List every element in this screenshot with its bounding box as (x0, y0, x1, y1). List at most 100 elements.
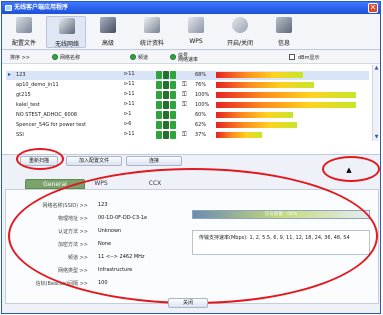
signal-percent: 60% (195, 112, 207, 118)
profile-icon (16, 17, 32, 33)
mode-badges (156, 111, 178, 119)
toolbar-wps-label: WPS (189, 38, 203, 45)
signal-dot-icon (170, 54, 176, 60)
signal-quality-bar: 信号质量 : 68% (192, 210, 370, 219)
toolbar-wps-button[interactable]: WPS (176, 16, 216, 48)
network-row[interactable]: ap10_demo_in11 ⊳11 ⚿ 76% (6, 81, 369, 90)
window-title: 无线客户端应用程序 (14, 4, 69, 11)
radio-onoff-icon (232, 17, 248, 33)
detail-value: 00-1D-0F-DD-C3-1e (98, 215, 148, 221)
mode-badges (156, 71, 178, 79)
toolbar-advanced-button[interactable]: 高级 (88, 16, 128, 48)
signal-percent: 100% (195, 92, 210, 98)
network-row[interactable]: SSI ⊳11 ⚿ 37% (6, 131, 369, 140)
scroll-up-icon[interactable]: ▲ (373, 65, 380, 72)
list-header: 排序 >> 网络名称 频道 信号 网络速率 dBm显示 (2, 51, 380, 64)
list-scrollbar[interactable]: ▲ ▼ (372, 65, 379, 141)
toolbar-radio-label: 开启/关闭 (226, 40, 254, 47)
toolbar-advanced-label: 高级 (101, 40, 114, 47)
network-row[interactable]: ▸ 123 ⊳11 68% (6, 71, 369, 80)
channel-value: 11 (128, 71, 135, 77)
signal-bar (216, 72, 303, 78)
column-channel[interactable]: 频道 (138, 54, 148, 61)
toolbar-network-button[interactable]: 无线网络 (46, 16, 86, 48)
signal-bar (216, 102, 356, 108)
signal-percent: 68% (195, 72, 207, 78)
network-channel: ⊳1 (124, 111, 132, 117)
detail-beacon: 信标(Beacon)间隔 >> 100 (6, 280, 186, 289)
dbm-checkbox[interactable] (289, 54, 295, 60)
detail-key: 频道 >> (68, 255, 88, 261)
mode-badges (156, 131, 178, 139)
lock-icon: ⚿ (182, 131, 187, 138)
network-ssid: SSI (16, 132, 24, 138)
rescan-button[interactable]: 重新扫描 (20, 156, 58, 166)
column-network-name[interactable]: 网络名称 (60, 54, 80, 61)
dbm-label: dBm显示 (298, 55, 320, 61)
toolbar-network-label: 无线网络 (54, 41, 79, 48)
signal-bar (216, 112, 293, 118)
close-icon[interactable]: ✕ (368, 3, 378, 13)
tab-wps[interactable]: WPS (71, 179, 131, 189)
network-ssid: gt215 (16, 92, 31, 98)
signal-bar (216, 132, 262, 138)
network-channel: ⊳11 (124, 101, 135, 107)
toolbar: 配置文件 无线网络 高级 统计资料 WPS 开启/关闭 信息 (2, 14, 380, 50)
network-row[interactable]: kalel_test ⊳11 ⚿ 100% (6, 101, 369, 110)
close-button[interactable]: 关闭 (168, 298, 208, 308)
add-profile-button[interactable]: 加入配置文件 (66, 156, 122, 166)
statistics-icon (144, 17, 160, 33)
toolbar-about-button[interactable]: 信息 (264, 16, 304, 48)
network-channel: ⊳11 (124, 91, 135, 97)
toolbar-statistics-label: 统计资料 (139, 40, 164, 47)
detail-key: 物理地址 >> (58, 216, 88, 222)
app-window: 无线客户端应用程序 ✕ 配置文件 无线网络 高级 统计资料 WPS 开启/关闭 (1, 1, 381, 314)
detail-ssid: 网络名称(SSID) >> 123 (6, 202, 186, 211)
toolbar-statistics-button[interactable]: 统计资料 (132, 16, 172, 48)
network-name-dot-icon (52, 54, 58, 60)
toolbar-profile-button[interactable]: 配置文件 (4, 16, 44, 48)
network-row[interactable]: gt215 ⊳11 ⚿ 100% (6, 91, 369, 100)
detail-key: 认证方法 >> (58, 229, 88, 235)
about-icon (276, 17, 292, 33)
detail-key: 信标(Beacon)间隔 >> (35, 281, 88, 287)
detail-key: 加密方法 >> (58, 242, 88, 248)
toolbar-radio-button[interactable]: 开启/关闭 (220, 16, 260, 48)
expand-details-button[interactable]: ▲ (344, 166, 354, 174)
network-ssid: kalel_test (16, 102, 40, 108)
mode-badges (156, 121, 178, 129)
supported-rates-box: 传输支持速率(Mbps): 1, 2, 5.5, 6, 9, 11, 12, 1… (192, 230, 370, 255)
lock-icon: ⚿ (182, 91, 187, 98)
detail-value: 100 (98, 280, 108, 286)
detail-auth: 认证方法 >> Unknown (6, 228, 186, 237)
network-row[interactable]: Spencer_54G for power test ⊳6 62% (6, 121, 369, 130)
advanced-icon (100, 17, 116, 33)
channel-value: 1 (128, 111, 132, 117)
detail-encryption: 加密方法 >> None (6, 241, 186, 250)
mode-badges (156, 91, 178, 99)
tab-ccx[interactable]: CCX (125, 179, 185, 189)
sort-button[interactable]: 排序 >> (10, 54, 30, 61)
network-ssid: NO STEST_ADHOC_6008 (16, 112, 78, 118)
network-row[interactable]: NO STEST_ADHOC_6008 ⊳1 60% (6, 111, 369, 120)
detail-tabs: General WPS CCX (5, 178, 379, 189)
signal-bar (216, 122, 297, 128)
signal-percent: 37% (195, 132, 207, 138)
toolbar-about-label: 信息 (277, 40, 290, 47)
detail-key: 网络类型 >> (58, 268, 88, 274)
column-signal[interactable]: 信号 网络速率 (178, 54, 198, 63)
connect-button[interactable]: 连接 (126, 156, 182, 166)
network-channel: ⊳11 (124, 71, 135, 77)
channel-value: 11 (128, 131, 135, 137)
title-bar: 无线客户端应用程序 ✕ (2, 2, 380, 14)
signal-percent: 76% (195, 82, 207, 88)
detail-network-type: 网络类型 >> Infrastructure (6, 267, 186, 276)
mode-badges (156, 81, 178, 89)
detail-value: Unknown (98, 228, 122, 234)
signal-bar (216, 92, 356, 98)
detail-key: 网络名称(SSID) >> (42, 203, 88, 209)
signal-percent: 62% (195, 122, 207, 128)
lock-icon: ⚿ (182, 101, 187, 108)
scroll-down-icon[interactable]: ▼ (373, 134, 380, 141)
wps-icon (188, 17, 204, 33)
